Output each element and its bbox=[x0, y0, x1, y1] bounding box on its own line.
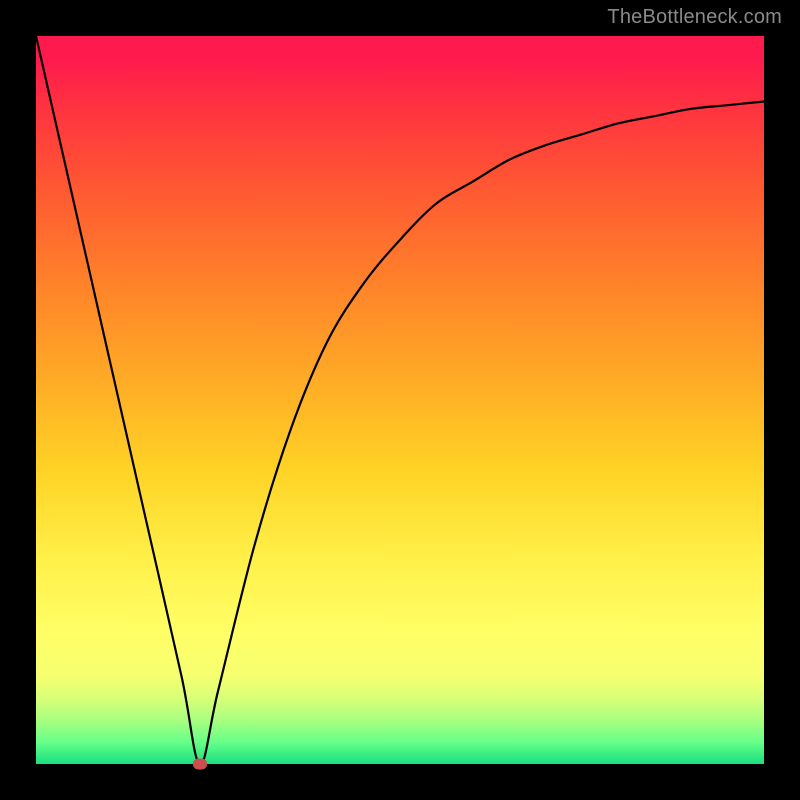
plot-area bbox=[36, 36, 764, 764]
optimal-marker bbox=[193, 759, 207, 770]
bottleneck-curve bbox=[36, 36, 764, 764]
watermark-text: TheBottleneck.com bbox=[607, 6, 782, 29]
chart-frame: TheBottleneck.com bbox=[0, 0, 800, 800]
